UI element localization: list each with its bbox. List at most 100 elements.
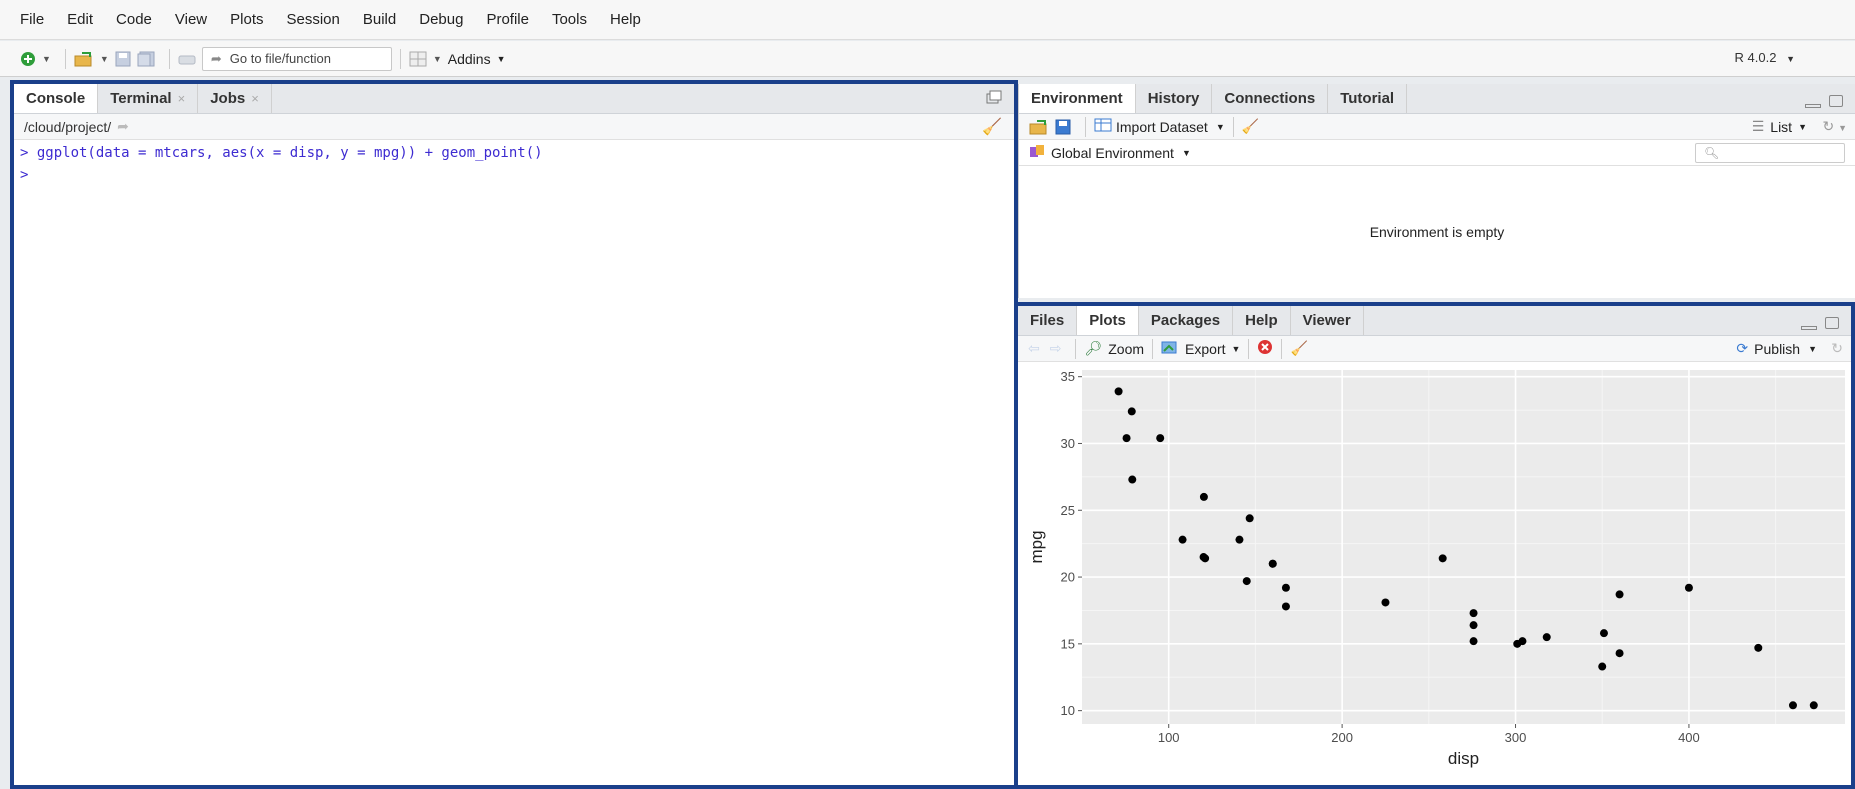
divider: [64, 48, 66, 69]
open-project-icon[interactable]: [74, 48, 94, 70]
environment-tabbar: Environment History Connections Tutorial: [1019, 84, 1855, 114]
files-tab-plots[interactable]: Plots: [1077, 306, 1139, 335]
data-point: [1788, 701, 1797, 710]
grid-layout-icon[interactable]: [409, 48, 427, 70]
working-directory[interactable]: /cloud/project/: [24, 119, 111, 135]
data-point: [1615, 649, 1624, 658]
y-tick-label: 35: [1061, 369, 1075, 384]
scope-selector[interactable]: Global Environment ▼: [1029, 144, 1191, 161]
environment-tab-tutorial[interactable]: Tutorial: [1328, 84, 1408, 113]
tab-label: Terminal: [110, 90, 172, 107]
print-icon[interactable]: [178, 48, 196, 70]
menu-profile[interactable]: Profile: [486, 11, 529, 28]
data-point: [1438, 554, 1447, 563]
data-point: [1281, 602, 1290, 611]
r-version-menu[interactable]: R 4.0.2 ▼: [1735, 50, 1795, 65]
data-point: [1127, 407, 1136, 416]
tab-label: Plots: [1089, 312, 1126, 329]
minimize-pane-icon[interactable]: [1801, 326, 1818, 330]
console-output[interactable]: > ggplot(data = mtcars, aes(x = disp, y …: [14, 140, 1014, 186]
new-file-icon[interactable]: [20, 48, 36, 70]
data-point: [1469, 609, 1478, 618]
export-menu[interactable]: Export ▼: [1161, 340, 1240, 357]
remove-plot-icon[interactable]: [1257, 339, 1273, 358]
files-tab-viewer[interactable]: Viewer: [1291, 306, 1364, 335]
tab-label: History: [1147, 90, 1200, 107]
console-tab-console[interactable]: Console: [14, 84, 99, 113]
save-icon[interactable]: [115, 48, 131, 70]
chevron-down-icon[interactable]: ▼: [433, 48, 442, 70]
import-dataset-button[interactable]: Import Dataset ▼: [1094, 118, 1225, 135]
maximize-pane-icon[interactable]: [1829, 95, 1843, 108]
tab-label: Help: [1245, 312, 1278, 329]
data-point: [1128, 475, 1137, 484]
files-tab-help[interactable]: Help: [1233, 306, 1291, 335]
chevron-down-icon: ▼: [1181, 147, 1191, 158]
list-view-menu[interactable]: ☰ List ▼: [1752, 118, 1807, 135]
menu-session[interactable]: Session: [287, 11, 340, 28]
restore-pane-icon[interactable]: [986, 90, 1002, 107]
data-point: [1615, 590, 1624, 599]
divider: [1075, 338, 1077, 359]
divider: [1232, 116, 1234, 137]
maximize-pane-icon[interactable]: [1825, 317, 1839, 330]
data-point: [1598, 662, 1607, 671]
menu-build[interactable]: Build: [363, 11, 396, 28]
console-line: > ggplot(data = mtcars, aes(x = disp, y …: [20, 145, 543, 161]
plots-pane: Files Plots Packages Help Viewer ⇦ ⇨ 🔎︎ Zoom…: [1014, 302, 1855, 789]
console-prompt[interactable]: >: [14, 164, 1014, 186]
menu-file[interactable]: File: [20, 11, 44, 28]
data-point: [1122, 434, 1131, 443]
plots-tabbar: Files Plots Packages Help Viewer: [1018, 306, 1851, 336]
menu-edit[interactable]: Edit: [67, 11, 93, 28]
data-point: [1281, 583, 1290, 592]
menu-help[interactable]: Help: [610, 11, 641, 28]
zoom-button[interactable]: 🔎︎ Zoom: [1084, 340, 1144, 357]
broom-icon[interactable]: 🧹: [1290, 340, 1307, 357]
main-toolbar: ▼ ▼ ➦ Go to file/function ▼ Addins ▼ R 4…: [0, 41, 1855, 77]
environment-search-input[interactable]: 🔍︎: [1695, 143, 1845, 163]
publish-menu[interactable]: ⟳ Publish ▼: [1736, 340, 1817, 357]
close-icon[interactable]: ×: [178, 91, 186, 106]
chevron-down-icon[interactable]: ▼: [100, 48, 109, 70]
environment-tab-connections[interactable]: Connections: [1212, 84, 1329, 113]
divider: [1248, 338, 1250, 359]
tab-label: Jobs: [210, 90, 246, 107]
broom-icon[interactable]: 🧹: [1242, 118, 1259, 135]
console-tab-terminal[interactable]: Terminal ×: [98, 84, 199, 113]
tab-label: Environment: [1031, 90, 1123, 107]
go-to-file-input[interactable]: ➦ Go to file/function: [201, 46, 392, 71]
zoom-icon: 🔎︎: [1084, 340, 1103, 356]
minimize-pane-icon[interactable]: [1805, 104, 1822, 108]
data-point: [1469, 621, 1478, 630]
close-icon[interactable]: ×: [251, 91, 259, 106]
refresh-icon[interactable]: ↻ ▼: [1822, 118, 1847, 135]
load-workspace-icon[interactable]: [1029, 116, 1049, 138]
menu-code[interactable]: Code: [116, 11, 152, 28]
tab-label: Tutorial: [1340, 90, 1395, 107]
menu-bar: File Edit Code View Plots Session Build Debug Pr…: [0, 0, 1855, 40]
arrow-left-icon[interactable]: ⇦: [1028, 340, 1040, 357]
data-point: [1513, 639, 1522, 648]
files-tab-packages[interactable]: Packages: [1139, 306, 1234, 335]
menu-view[interactable]: View: [175, 11, 207, 28]
refresh-icon[interactable]: ↻: [1831, 340, 1843, 357]
addins-menu[interactable]: Addins ▼: [448, 51, 506, 67]
files-tab-files[interactable]: Files: [1018, 306, 1078, 335]
y-tick-label: 15: [1061, 636, 1075, 651]
menu-plots[interactable]: Plots: [230, 11, 263, 28]
save-all-icon[interactable]: [137, 48, 155, 70]
y-tick-label: 10: [1061, 703, 1075, 718]
arrow-right-icon[interactable]: ➦: [117, 118, 129, 135]
clear-console-icon[interactable]: 🧹: [982, 117, 1002, 137]
list-icon: ☰: [1751, 118, 1765, 134]
environment-tab-history[interactable]: History: [1136, 84, 1213, 113]
data-point: [1199, 492, 1208, 501]
menu-tools[interactable]: Tools: [552, 11, 587, 28]
console-tab-jobs[interactable]: Jobs ×: [198, 84, 272, 113]
menu-debug[interactable]: Debug: [419, 11, 463, 28]
arrow-right-icon[interactable]: ⇨: [1050, 340, 1062, 357]
environment-tab-environment[interactable]: Environment: [1019, 84, 1136, 113]
save-workspace-icon[interactable]: [1055, 116, 1071, 138]
chevron-down-icon[interactable]: ▼: [42, 48, 51, 70]
